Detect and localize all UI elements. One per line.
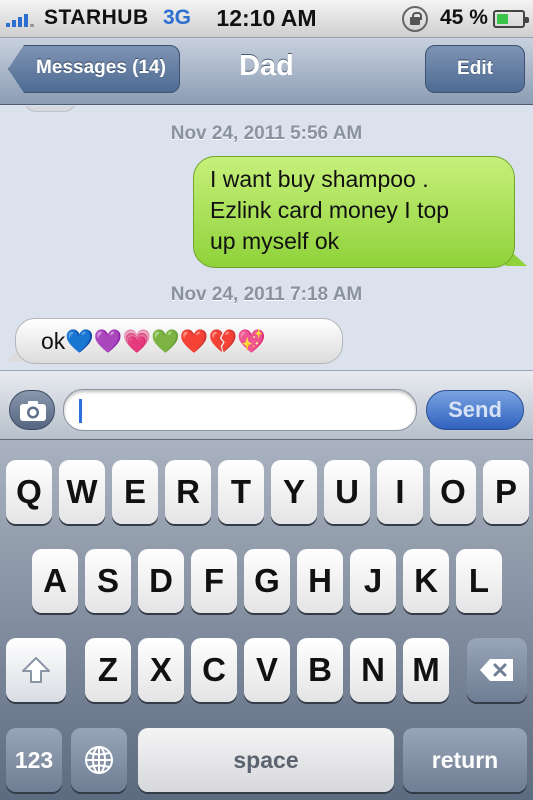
key-l[interactable]: L	[456, 549, 502, 613]
key-h[interactable]: H	[297, 549, 343, 613]
return-key[interactable]: return	[403, 728, 527, 792]
key-m[interactable]: M	[403, 638, 449, 702]
space-key[interactable]: space	[138, 728, 394, 792]
key-f[interactable]: F	[191, 549, 237, 613]
message-text: ok💙💜💗💚❤️💔💖	[41, 328, 266, 354]
send-button[interactable]: Send	[426, 390, 524, 430]
rotation-lock-icon	[402, 6, 428, 32]
shift-icon	[22, 657, 50, 683]
previous-message-edge	[24, 106, 76, 112]
shift-key[interactable]	[6, 638, 66, 702]
numbers-key[interactable]: 123	[6, 728, 62, 792]
delete-key[interactable]	[467, 638, 527, 702]
outgoing-message-bubble[interactable]: I want buy shampoo . Ezlink card money I…	[193, 156, 527, 268]
key-s[interactable]: S	[85, 549, 131, 613]
key-k[interactable]: K	[403, 549, 449, 613]
key-a[interactable]: A	[32, 549, 78, 613]
incoming-message-bubble[interactable]: ok💙💜💗💚❤️💔💖	[5, 318, 343, 364]
status-bar: STARHUB 3G 12:10 AM 45 %	[0, 0, 533, 38]
navigation-bar: Messages (14) Dad Edit	[0, 38, 533, 105]
message-timestamp: Nov 24, 2011 7:18 AM	[170, 284, 363, 305]
key-r[interactable]: R	[165, 460, 211, 524]
globe-key[interactable]	[71, 728, 127, 792]
message-text: I want buy shampoo . Ezlink card money I…	[210, 166, 450, 254]
backspace-icon	[480, 659, 513, 681]
key-t[interactable]: T	[218, 460, 264, 524]
key-w[interactable]: W	[59, 460, 105, 524]
edit-button[interactable]: Edit	[425, 45, 525, 93]
key-o[interactable]: O	[430, 460, 476, 524]
key-x[interactable]: X	[138, 638, 184, 702]
key-q[interactable]: Q	[6, 460, 52, 524]
message-input[interactable]	[63, 389, 417, 431]
text-cursor	[79, 399, 82, 423]
key-p[interactable]: P	[483, 460, 529, 524]
key-v[interactable]: V	[244, 638, 290, 702]
key-z[interactable]: Z	[85, 638, 131, 702]
camera-button[interactable]	[9, 390, 55, 430]
key-b[interactable]: B	[297, 638, 343, 702]
key-g[interactable]: G	[244, 549, 290, 613]
battery-level	[497, 14, 508, 24]
key-e[interactable]: E	[112, 460, 158, 524]
key-j[interactable]: J	[350, 549, 396, 613]
key-u[interactable]: U	[324, 460, 370, 524]
key-d[interactable]: D	[138, 549, 184, 613]
message-composer: Send	[0, 370, 533, 440]
key-n[interactable]: N	[350, 638, 396, 702]
keyboard: Q W E R T Y U I O P A S D F G H J K L Z …	[0, 440, 533, 800]
globe-icon	[85, 746, 113, 774]
camera-icon	[20, 401, 46, 421]
message-timestamp: Nov 24, 2011 5:56 AM	[170, 123, 363, 144]
key-y[interactable]: Y	[271, 460, 317, 524]
battery-icon	[493, 10, 529, 28]
key-c[interactable]: C	[191, 638, 237, 702]
message-thread[interactable]: Nov 24, 2011 5:56 AM I want buy shampoo …	[0, 106, 533, 370]
battery-percent: 45 %	[440, 6, 488, 29]
key-i[interactable]: I	[377, 460, 423, 524]
